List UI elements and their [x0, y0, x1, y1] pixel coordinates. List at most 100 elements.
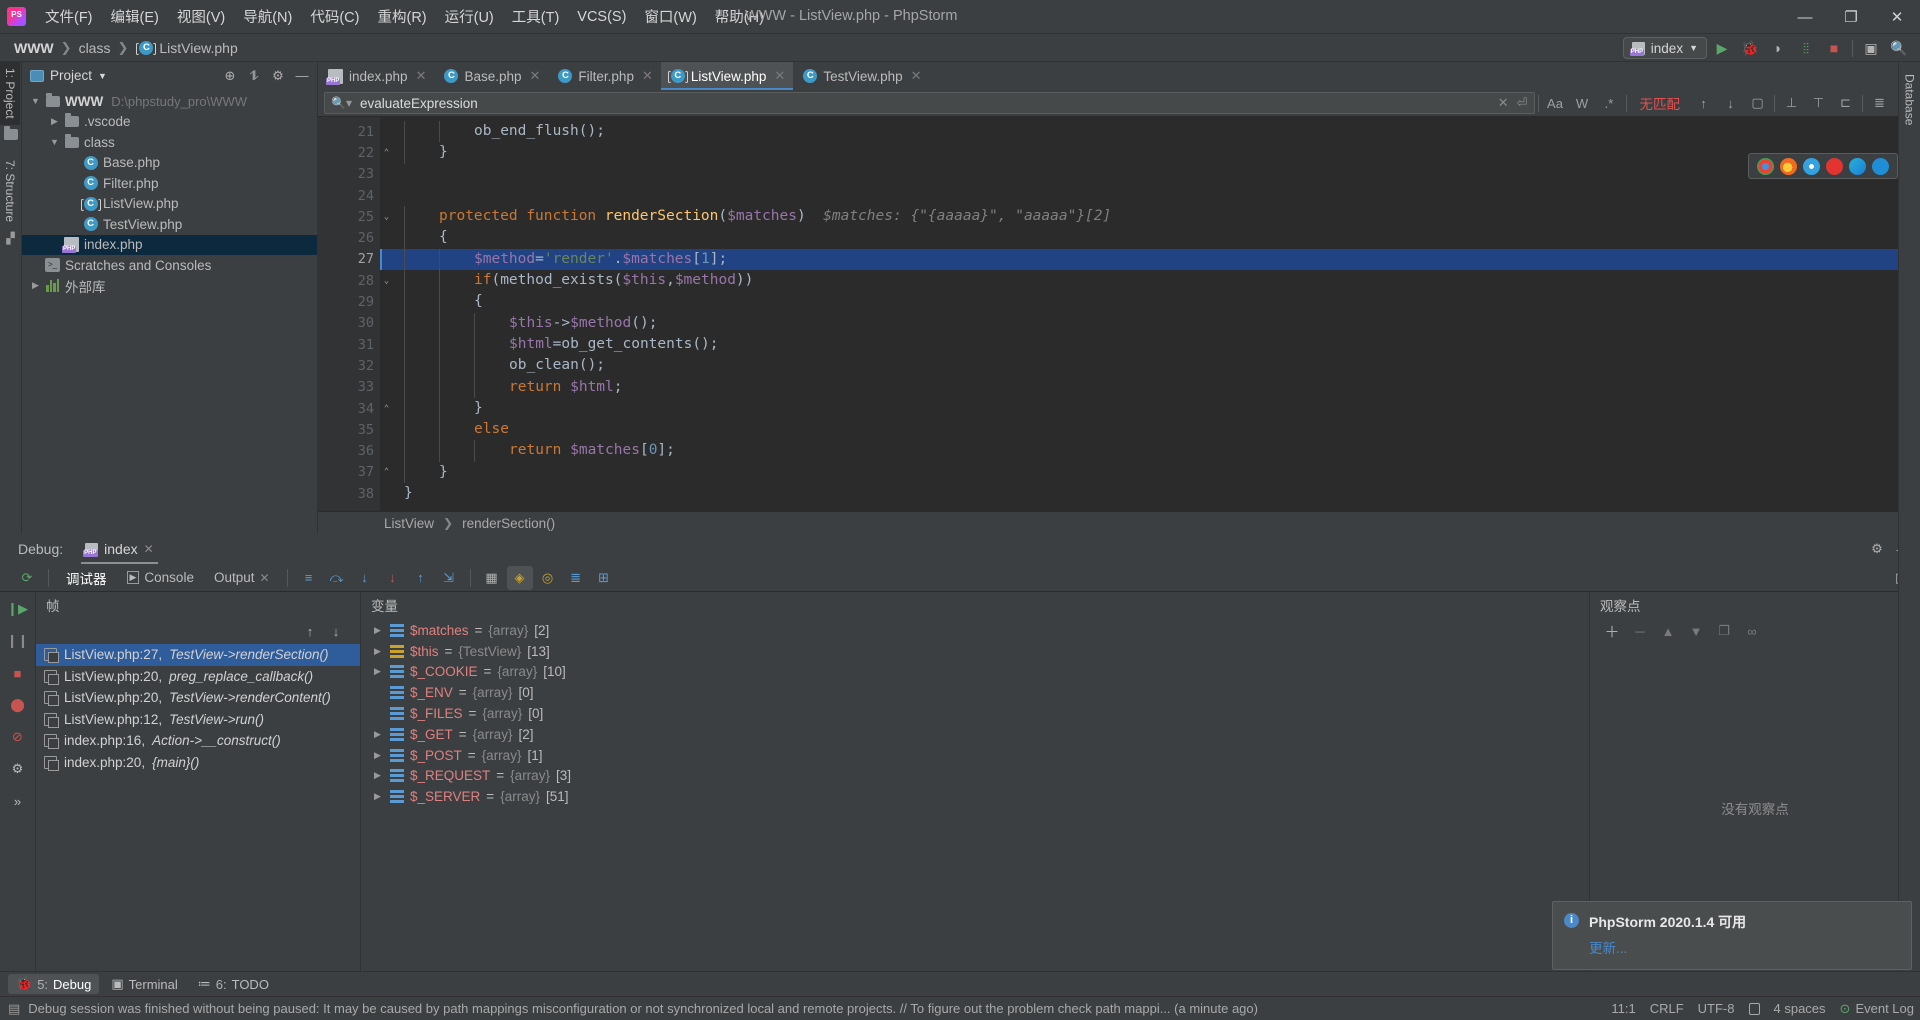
exclude-icon[interactable]: ⊤	[1805, 92, 1832, 114]
find-next-button[interactable]: ↓	[1717, 92, 1744, 114]
variable-row[interactable]: ▶ $matches = {array} [2]	[361, 620, 1589, 641]
line-number[interactable]: 27	[318, 249, 380, 270]
line-separator[interactable]: CRLF	[1650, 1001, 1684, 1016]
line-number[interactable]: 31	[318, 334, 380, 355]
stop-icon[interactable]: ■	[1821, 36, 1847, 60]
code-line[interactable]: }	[380, 461, 1906, 484]
regex-toggle[interactable]: .*	[1596, 92, 1623, 114]
variables-list[interactable]: ▶ $matches = {array} [2] ▶ $this = {TestView} [13…	[361, 618, 1589, 971]
rerun-icon[interactable]: ⟳	[14, 566, 40, 590]
indent-setting[interactable]: 4 spaces	[1774, 1001, 1826, 1016]
run-to-cursor-icon[interactable]: ⇲	[436, 566, 462, 590]
code-line[interactable]: $html=ob_get_contents();	[380, 333, 1906, 356]
terminal-icon[interactable]: ▣	[1858, 36, 1884, 60]
remove-watch-icon[interactable]: －	[1630, 621, 1650, 641]
line-number[interactable]: 22 ⌃	[318, 142, 389, 163]
frame-down-icon[interactable]: ↓	[326, 621, 346, 641]
minimize-button[interactable]: —	[1782, 0, 1828, 34]
breadcrumb-project[interactable]: WWW	[14, 40, 54, 56]
add-watch-icon[interactable]: ＋	[1602, 621, 1622, 641]
find-previous-button[interactable]: ↑	[1690, 92, 1717, 114]
tree-item[interactable]: ▼ class	[22, 132, 317, 153]
line-number-gutter[interactable]: 21 22 ⌃ 23 24 25 ⌄ 26 27 28 ⌄ 29 30 31 32 33 34 ⌃ 35 36 37 ⌃ 3…	[318, 117, 389, 511]
menu-view[interactable]: 视图(V)	[168, 2, 234, 31]
sort-variables-icon[interactable]: ≣	[563, 566, 589, 590]
step-out-icon[interactable]: ↑	[408, 566, 434, 590]
settings-watch-icon[interactable]: ◎	[535, 566, 561, 590]
browser-preview-popup[interactable]	[1748, 153, 1898, 179]
stack-frame-row[interactable]: ListView.php:12, TestView->run()	[36, 709, 360, 731]
code-line[interactable]: $method='render'.$matches[1];	[380, 248, 1906, 271]
editor-tab[interactable]: C TestView.php ✕	[793, 62, 929, 90]
stack-frame-row[interactable]: ListView.php:27, TestView->renderSection(…	[36, 644, 360, 666]
link-watch-icon[interactable]: ∞	[1742, 621, 1762, 641]
view-breakpoints-icon[interactable]: ⬤	[6, 694, 30, 716]
lock-icon[interactable]	[1748, 1002, 1760, 1015]
code-editor[interactable]: 21 22 ⌃ 23 24 25 ⌄ 26 27 28 ⌄ 29 30 31 32 33 34 ⌃ 35 36 37 ⌃ 3…	[318, 117, 1920, 511]
editor-tab[interactable]: C Filter.php ✕	[548, 62, 660, 90]
menu-code[interactable]: 代码(C)	[301, 2, 368, 31]
code-line[interactable]: return $html;	[380, 376, 1906, 398]
code-line[interactable]: return $matches[0];	[380, 440, 1906, 462]
variable-twisty[interactable]: ▶	[371, 646, 384, 657]
line-number[interactable]: 30	[318, 313, 380, 334]
run-with-coverage-icon[interactable]: ◗	[1765, 36, 1791, 60]
variable-row[interactable]: ▶ $_POST = {array} [1]	[361, 745, 1589, 766]
tree-twisty[interactable]: ▼	[28, 96, 43, 106]
tool-button-todo[interactable]: ≔ 6: TODO	[190, 974, 277, 994]
pause-program-icon[interactable]: ❙❙	[6, 630, 30, 652]
words-toggle[interactable]: W	[1569, 92, 1596, 114]
line-number[interactable]: 21	[318, 121, 380, 142]
run-configuration-selector[interactable]: index ▼	[1622, 37, 1707, 59]
gear-icon[interactable]: ⚙	[267, 65, 289, 87]
line-number[interactable]: 36	[318, 440, 380, 461]
hide-panel-icon[interactable]: —	[291, 65, 313, 87]
breadcrumb-method-name[interactable]: renderSection()	[462, 516, 555, 531]
rail-button-database[interactable]: Database	[1900, 68, 1920, 131]
menu-vcs[interactable]: VCS(S)	[568, 5, 635, 29]
tree-twisty[interactable]: ▶	[28, 280, 43, 291]
structure-grid-icon[interactable]: ▞	[0, 228, 21, 249]
close-button[interactable]: ✕	[1874, 0, 1920, 34]
breadcrumb-class-name[interactable]: ListView	[384, 516, 434, 531]
profile-icon[interactable]: ⦙⦙	[1793, 36, 1819, 60]
step-into-icon[interactable]: ↓	[352, 566, 378, 590]
menu-run[interactable]: 运行(U)	[436, 2, 503, 31]
line-number[interactable]: 23	[318, 164, 380, 185]
code-line[interactable]: ob_end_flush();	[380, 121, 1906, 143]
tab-console[interactable]: ▶ Console	[118, 566, 203, 590]
file-encoding[interactable]: UTF-8	[1698, 1001, 1735, 1016]
code-line[interactable]: }	[380, 397, 1906, 420]
line-number[interactable]: 38	[318, 483, 380, 504]
debug-icon[interactable]: 🐞	[1737, 36, 1763, 60]
code-line[interactable]: $this->$method();	[380, 312, 1906, 334]
caret-position[interactable]: 11:1	[1611, 1001, 1635, 1016]
search-input[interactable]: 🔍▾ evaluateExpression ✕ ⏎	[324, 92, 1535, 114]
resume-program-icon[interactable]: ❙▶	[6, 598, 30, 620]
frame-up-icon[interactable]: ↑	[300, 621, 320, 641]
line-number[interactable]: 33	[318, 377, 380, 398]
breadcrumb-file[interactable]: ListView.php	[159, 40, 237, 56]
more-actions-icon[interactable]: »	[6, 790, 30, 812]
search-everywhere-icon[interactable]: 🔍	[1886, 36, 1912, 60]
tree-item[interactable]: ▶ 外部库	[22, 276, 317, 297]
opera-icon[interactable]	[1826, 157, 1843, 175]
close-icon[interactable]: ✕	[642, 68, 653, 84]
line-number[interactable]: 25 ⌄	[318, 206, 389, 227]
variable-row[interactable]: ▶ $_SERVER = {array} [51]	[361, 786, 1589, 807]
variable-twisty[interactable]: ▶	[371, 750, 384, 761]
editor-tab[interactable]: C Base.php ✕	[434, 62, 548, 90]
tree-twisty[interactable]: ▶	[47, 116, 62, 127]
line-number[interactable]: 24	[318, 185, 380, 206]
evaluate-expression-icon[interactable]: ▦	[479, 566, 505, 590]
menu-edit[interactable]: 编辑(E)	[102, 2, 168, 31]
variable-twisty[interactable]: ▶	[371, 791, 384, 802]
variable-row[interactable]: $_FILES = {array} [0]	[361, 703, 1589, 724]
code-line[interactable]: protected function renderSection($matche…	[380, 206, 1906, 228]
variable-twisty[interactable]: ▶	[371, 625, 384, 636]
gear-icon[interactable]: ⚙	[1866, 538, 1888, 560]
collapse-all-icon[interactable]: ⥮	[243, 65, 265, 87]
code-line[interactable]: }	[380, 483, 1906, 504]
debug-session-tab[interactable]: index ✕	[81, 534, 158, 564]
close-icon[interactable]: ✕	[774, 68, 785, 84]
